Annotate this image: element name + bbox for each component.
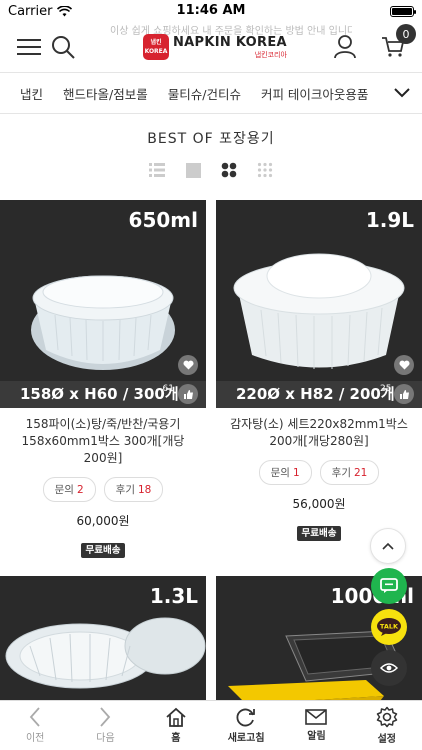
- section-title: BEST OF 포장용기: [147, 131, 275, 147]
- status-bar: Carrier 11:46 AM: [0, 0, 422, 22]
- product-count-badge: 61: [162, 384, 174, 394]
- view-single-button[interactable]: [185, 162, 201, 178]
- grid3-view-icon: [257, 162, 273, 178]
- mail-icon: [305, 709, 328, 725]
- scroll-top-button[interactable]: [370, 528, 406, 564]
- logo-subtitle: 냅킨코리아: [254, 50, 287, 59]
- product-name[interactable]: 감자탕(소) 세트220x82mm1박스 200개[개당280원]: [216, 408, 422, 450]
- like-button[interactable]: [178, 384, 198, 404]
- logo-badge: 냅킨 KOREA: [143, 34, 169, 60]
- review-chip[interactable]: 후기 18: [103, 477, 164, 502]
- inquiry-chip[interactable]: 문의 2: [42, 477, 96, 502]
- forward-icon: [100, 707, 111, 727]
- category-nav: 냅킨핸드타올/점보롤물티슈/건티슈커피 테이크아웃용품일회: [0, 72, 422, 114]
- review-chip[interactable]: 후기 21: [319, 460, 380, 485]
- tab-notifications[interactable]: 알림: [281, 701, 351, 750]
- list-view-icon: [149, 163, 165, 177]
- product-image[interactable]: 650ml 158Ø x H60 / 300개 61: [0, 200, 206, 408]
- single-view-icon: [185, 162, 201, 178]
- free-shipping-badge: 무료배송: [80, 543, 126, 558]
- view-grid2-button[interactable]: [221, 162, 237, 178]
- category-item[interactable]: 냅킨: [10, 84, 53, 103]
- grid2-view-icon: [221, 162, 237, 178]
- product-volume: 650ml: [128, 208, 198, 232]
- chevron-down-icon: [394, 88, 410, 98]
- user-icon: [334, 35, 356, 59]
- product-count-badge: 25: [380, 384, 392, 394]
- product-volume: 1.9L: [365, 208, 414, 232]
- like-button[interactable]: [394, 384, 414, 404]
- view-mode-switcher: [0, 162, 422, 178]
- search-icon: [52, 36, 75, 59]
- cart-button[interactable]: 0: [376, 24, 416, 64]
- product-volume: 1.3L: [149, 584, 198, 608]
- chevron-up-icon: [382, 542, 394, 550]
- wifi-icon: [57, 5, 73, 16]
- view-grid3-button[interactable]: [257, 162, 273, 178]
- bottom-tab-bar: 이전 다음 홈 새로고침 알림 설정: [0, 700, 422, 750]
- hamburger-icon: [17, 39, 41, 55]
- product-price: 60,000원: [76, 514, 130, 528]
- gear-icon: [376, 706, 398, 728]
- view-list-button[interactable]: [149, 162, 165, 178]
- product-image[interactable]: 1.9L 220Ø x H82 / 200개 25: [216, 200, 422, 408]
- app-screen: Carrier 11:46 AM 이상 쉽게 쇼핑하세요 내 주문을 확인하는 …: [0, 0, 422, 750]
- chat-button[interactable]: [371, 568, 407, 604]
- product-dimension: 158Ø x H60 / 300개: [0, 381, 206, 408]
- recent-view-button[interactable]: [371, 650, 407, 686]
- carrier-label: Carrier: [8, 3, 53, 19]
- eye-icon: [380, 663, 398, 673]
- tab-refresh[interactable]: 새로고침: [211, 701, 281, 750]
- heart-icon: [398, 360, 410, 370]
- product-price: 56,000원: [292, 497, 346, 511]
- refresh-icon: [236, 708, 256, 727]
- brand-logo[interactable]: 냅킨 KOREA NAPKIN KOREA 냅킨코리아: [143, 34, 287, 60]
- heart-icon: [182, 360, 194, 370]
- free-shipping-badge: 무료배송: [296, 526, 342, 541]
- wishlist-button[interactable]: [394, 355, 414, 375]
- home-icon: [166, 707, 186, 727]
- thumbs-up-icon: [183, 389, 193, 399]
- category-item[interactable]: 물티슈/건티슈: [158, 84, 251, 103]
- cart-count-badge: 0: [396, 24, 416, 44]
- wishlist-button[interactable]: [178, 355, 198, 375]
- tab-home[interactable]: 홈: [141, 701, 211, 750]
- product-name[interactable]: 158파이(소)탕/죽/반찬/국용기 158x60mm1박스 300개[개당20…: [0, 408, 206, 467]
- tab-forward[interactable]: 다음: [70, 701, 140, 750]
- category-expand-button[interactable]: [382, 73, 422, 113]
- header: 이상 쉽게 쇼핑하세요 내 주문을 확인하는 방법 안내 입니다 냅킨 KORE…: [0, 22, 422, 72]
- category-item[interactable]: 커피 테이크아웃용품: [251, 84, 378, 103]
- kakao-talk-button[interactable]: TALK: [371, 609, 407, 645]
- search-button[interactable]: [46, 30, 80, 64]
- svg-text:TALK: TALK: [380, 623, 399, 631]
- battery-icon: [390, 5, 416, 17]
- chat-bubble-icon: [380, 578, 398, 593]
- inquiry-chip[interactable]: 문의 1: [258, 460, 312, 485]
- thumbs-up-icon: [399, 389, 409, 399]
- product-card[interactable]: 1.9L 220Ø x H82 / 200개 25 감자탕(소) 세트220x8…: [216, 200, 422, 541]
- logo-title: NAPKIN KOREA: [173, 34, 287, 50]
- product-card[interactable]: 650ml 158Ø x H60 / 300개 61 158파이(소)탕/죽/반…: [0, 200, 206, 558]
- tab-back[interactable]: 이전: [0, 701, 70, 750]
- back-icon: [29, 707, 40, 727]
- category-item[interactable]: 핸드타올/점보롤: [53, 84, 158, 103]
- menu-button[interactable]: [12, 30, 46, 64]
- talk-bubble-icon: TALK: [377, 618, 401, 636]
- tab-settings[interactable]: 설정: [352, 701, 422, 750]
